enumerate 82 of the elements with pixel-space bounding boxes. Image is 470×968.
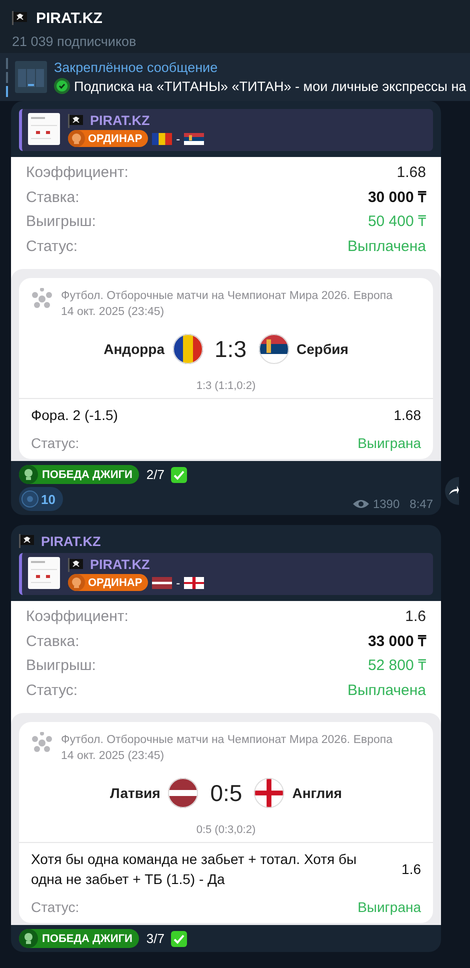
message-time: 8:47 [410,497,433,511]
share-icon [449,486,459,496]
status-value: Выиграна [358,434,421,453]
bet-type-label: ОРДИНАР [68,574,148,591]
bet-name: Хотя бы одна команда не забьет + тотал. Хотя бы одна не забьет + ТБ (1.5) - Да [31,850,358,889]
eye-icon [352,499,369,509]
team-name: Англия [292,785,342,801]
football-icon [31,732,53,754]
team-name: Андорра [104,341,165,357]
status-label: Статус: [31,898,80,917]
flag-icon [172,334,203,364]
tag-label: ПОБЕДА ДЖИГИ [19,929,140,948]
match-score: 1:3 [214,336,246,362]
pirate-flag-icon [68,558,84,572]
pirate-flag-icon [19,534,35,548]
status-value: Выиграна [358,898,421,917]
bet-type-label: ОРДИНАР [68,130,148,147]
share-button[interactable] [445,477,459,505]
flag-icon [168,778,198,808]
match-date: 14 окт. 2025 (23:45) [61,749,166,764]
flag-icon [184,132,204,144]
period-scores: 0:5 (0:3,0:2) [195,824,257,836]
tag-label: ПОБЕДА ДЖИГИ [19,465,140,484]
ball-icon [21,490,39,508]
reply-author: PIRAT.KZ [90,557,150,572]
summary-label: Статус: [26,680,78,700]
bet-odds: 1.68 [394,406,421,425]
progress-count: 3/7 [146,931,164,946]
checkmark-icon [171,930,188,946]
team-name: Сербия [296,341,348,357]
summary-label: Коэффициент: [26,163,128,183]
emblem-icon [19,465,38,484]
emblem-icon [68,574,85,591]
pinned-message[interactable]: Подписка на «ТИТАНЫ» «ТИТАН» - мои личные экспрессы на [74,78,466,94]
summary-value: 1.6 [405,607,426,627]
subscriber-count: 21 039 подписчиков [12,34,138,49]
progress-count: 2/7 [146,467,164,482]
summary-value: 52 800 ₸ [368,656,426,676]
summary-value: 50 400 ₸ [368,212,426,232]
channel-title: PIRAT.KZ [36,10,102,26]
summary-label: Ставка: [26,632,80,652]
flag-icon [258,334,288,364]
view-count: 1390 [372,497,400,511]
summary-value: Выплачена [348,236,426,256]
summary-value: 1.68 [396,163,426,183]
reaction-button[interactable]: 10 [19,487,64,511]
reply-preview[interactable]: PIRAT.KZ ОРДИНАР - [19,109,433,151]
match-score: 0:5 [210,780,242,806]
pirate-flag-icon [68,114,84,128]
pinned-label: Закреплённое сообщение [54,60,219,75]
summary-label: Коэффициент: [26,607,128,627]
summary-value: Выплачена [348,680,426,700]
summary-label: Статус: [26,236,78,256]
checkmark-icon [171,466,188,482]
period-scores: 1:3 (1:1,0:2) [195,380,257,392]
flag-icon [184,576,204,588]
flag-icon [152,132,172,144]
team-name: Латвия [110,785,160,801]
dash: - [176,132,180,146]
reply-preview[interactable]: PIRAT.KZ ОРДИНАР - [19,553,433,595]
league-name: Футбол. Отборочные матчи на Чемпионат Мира 2026. Европа [61,733,393,748]
summary-label: Выигрыш: [26,212,96,232]
reply-author: PIRAT.KZ [90,113,150,128]
flag-icon [152,576,172,588]
emblem-icon [19,929,38,948]
summary-value: 33 000 ₸ [368,632,426,652]
status-label: Статус: [31,434,80,453]
summary-value: 30 000 ₸ [368,188,426,208]
check-icon [54,78,70,94]
bet-name: Фора. 2 (-1.5) [31,406,118,425]
author-name[interactable]: PIRAT.KZ [41,534,101,548]
league-name: Футбол. Отборочные матчи на Чемпионат Мира 2026. Европа [61,289,393,304]
flag-icon [254,778,284,808]
summary-label: Выигрыш: [26,656,96,676]
emblem-icon [68,130,85,147]
pirate-flag-icon [12,11,28,25]
summary-label: Ставка: [26,188,80,208]
dash: - [176,576,180,590]
bet-odds: 1.6 [402,860,421,879]
match-date: 14 окт. 2025 (23:45) [61,305,166,320]
pinned-bar[interactable]: Закреплённое сообщение Подписка на «ТИТАНЫ» «ТИТАН» - мои личные экспрессы на [0,53,470,101]
football-icon [31,288,53,310]
